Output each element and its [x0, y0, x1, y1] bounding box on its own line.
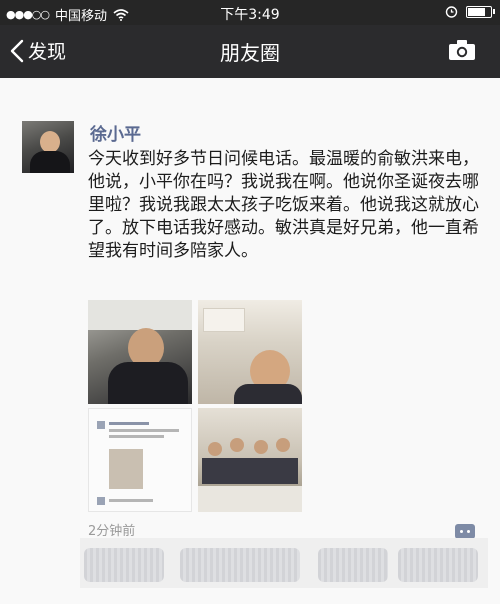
status-right	[445, 5, 495, 18]
post-text: 今天收到好多节日问候电话。最温暖的俞敏洪来电，他说，小平你在吗？我说我在啊。他说…	[88, 149, 479, 261]
status-bar: ●●●○○ 中国移动 下午3:49	[0, 0, 500, 25]
photo-conference-selfie[interactable]	[198, 300, 302, 404]
avatar-body	[30, 151, 70, 173]
blurred-text-block	[318, 548, 388, 582]
post-timestamp: 2分钟前	[88, 524, 136, 539]
more-comment-icon[interactable]	[455, 524, 475, 539]
blurred-text-block	[84, 548, 164, 582]
moment-card: 徐小平 今天收到好多节日问候电话。最温暖的俞敏洪来电，他说，小平你在吗？我说我在…	[0, 78, 500, 604]
author-name[interactable]: 徐小平	[90, 120, 141, 145]
avatar[interactable]	[22, 121, 74, 173]
comment-area-blurred	[80, 538, 488, 588]
nav-bar: 发现 朋友圈	[0, 25, 500, 78]
photo-car-selfie[interactable]	[88, 300, 192, 404]
blurred-text-block	[398, 548, 478, 582]
page-title: 朋友圈	[220, 41, 280, 65]
camera-icon[interactable]	[448, 39, 476, 61]
photo-group-meeting[interactable]	[198, 408, 302, 512]
alarm-icon	[445, 6, 458, 18]
avatar-face	[40, 131, 60, 153]
battery-icon	[466, 5, 495, 18]
photo-grid	[88, 300, 302, 512]
status-time: 下午3:49	[220, 7, 280, 23]
blurred-text-block	[180, 548, 300, 582]
photo-chat-screenshot[interactable]	[88, 408, 192, 512]
